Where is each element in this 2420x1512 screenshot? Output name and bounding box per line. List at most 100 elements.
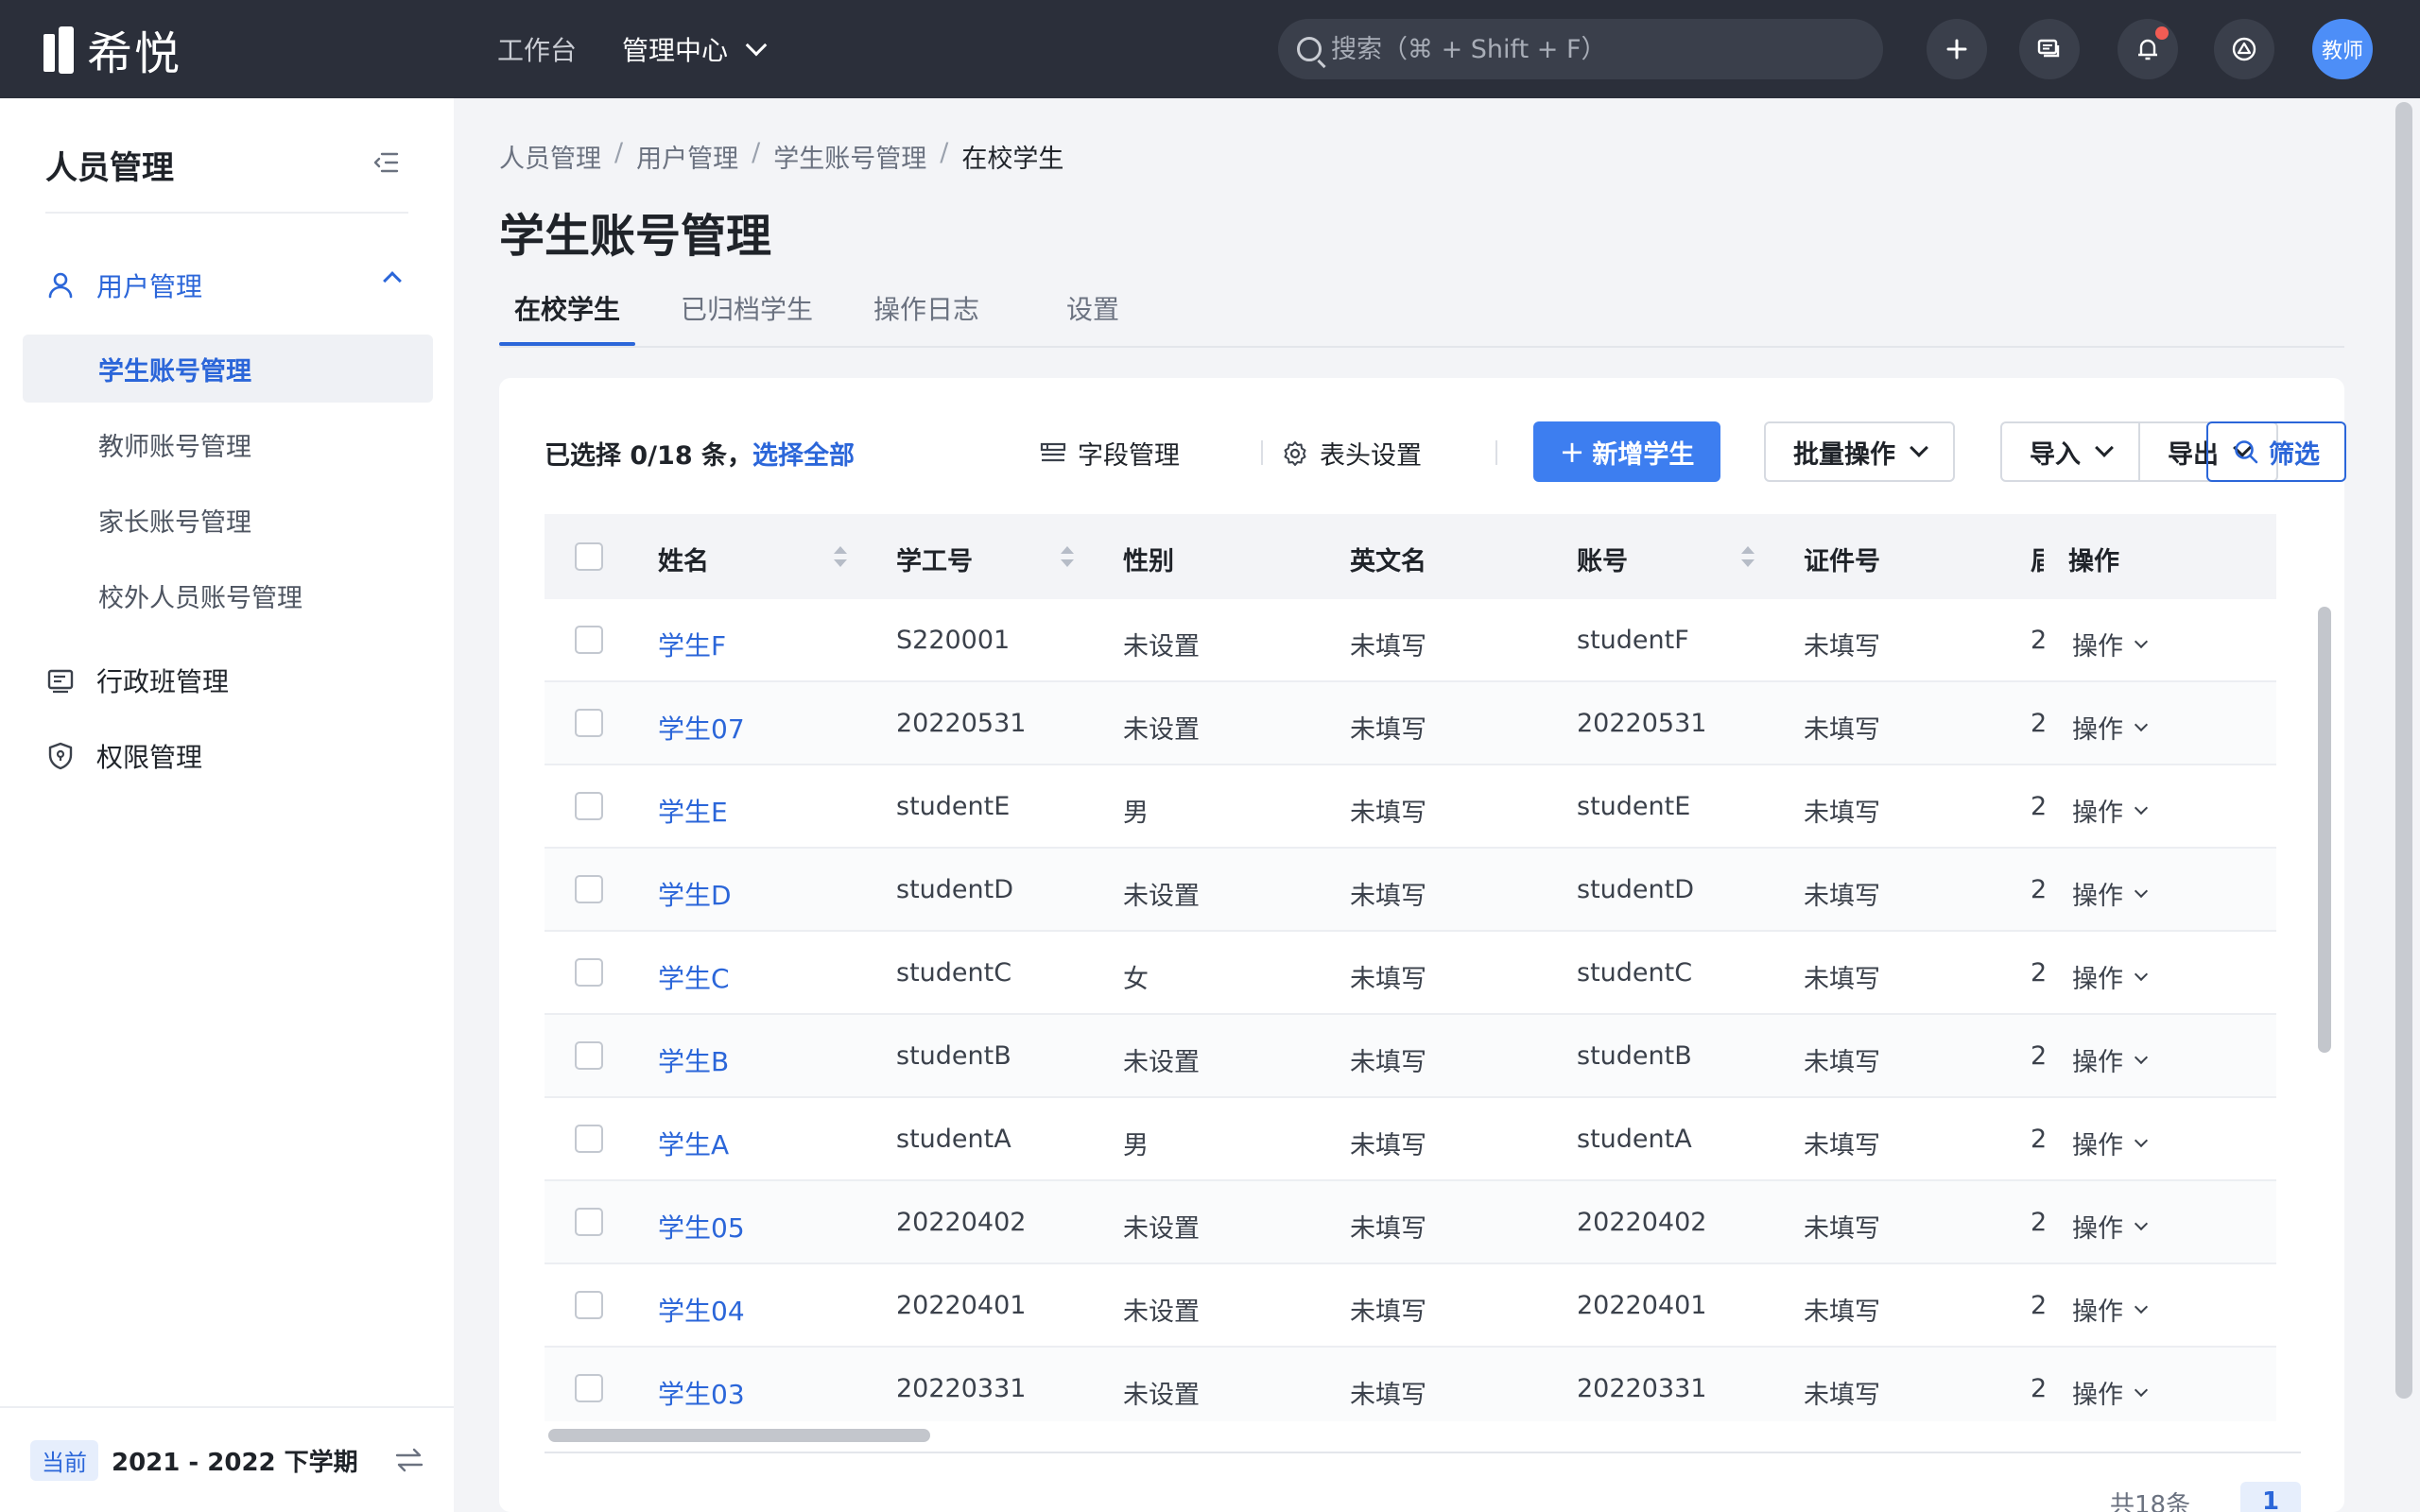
search-input[interactable] [1331, 34, 1860, 64]
scrollbar-thumb[interactable] [548, 1429, 930, 1442]
cell-grade: 2 [2031, 709, 2048, 738]
table-row: 学生07 20220531 未设置 未填写 20220531 未填写 2 操作 [544, 682, 2276, 765]
filter-button[interactable]: 筛选 [2206, 421, 2346, 482]
field-management-button[interactable]: 字段管理 [1040, 435, 1180, 472]
batch-operations-dropdown[interactable]: 批量操作 [1764, 421, 1955, 482]
cell-english-name: 未填写 [1350, 1297, 1426, 1327]
tab-settings[interactable]: 设置 [1066, 289, 1119, 327]
row-checkbox[interactable] [575, 958, 603, 987]
student-name-link[interactable]: 学生D [658, 875, 732, 913]
notification-dot [2155, 26, 2169, 40]
sidebar-item-external-accounts[interactable]: 校外人员账号管理 [23, 561, 433, 629]
cell-cert: 未填写 [1804, 1381, 1880, 1410]
sidebar-item-teacher-accounts[interactable]: 教师账号管理 [23, 410, 433, 478]
row-checkbox[interactable] [575, 875, 603, 903]
row-checkbox[interactable] [575, 1125, 603, 1153]
row-checkbox[interactable] [575, 1374, 603, 1402]
collapse-sidebar-icon[interactable] [372, 151, 399, 174]
student-name-link[interactable]: 学生07 [658, 709, 745, 747]
row-checkbox[interactable] [575, 1208, 603, 1236]
nav-workbench[interactable]: 工作台 [497, 30, 577, 68]
student-name-link[interactable]: 学生E [658, 792, 728, 830]
select-all-link[interactable]: 选择全部 [752, 441, 855, 471]
table-horizontal-scrollbar[interactable] [548, 1429, 2280, 1442]
breadcrumb-item[interactable]: 人员管理 [499, 138, 601, 175]
cell-cert: 未填写 [1804, 1297, 1880, 1327]
cell-english-name: 未填写 [1350, 632, 1426, 662]
row-actions-dropdown[interactable]: 操作 [2072, 709, 2149, 746]
student-name-link[interactable]: 学生05 [658, 1208, 745, 1246]
sort-icon[interactable] [832, 544, 847, 571]
student-name-link[interactable]: 学生A [658, 1125, 729, 1162]
breadcrumb-item[interactable]: 用户管理 [636, 138, 738, 175]
add-student-label: 新增学生 [1592, 439, 1695, 470]
notifications-button[interactable] [2118, 19, 2178, 79]
tab-archived-students[interactable]: 已归档学生 [681, 289, 813, 327]
avatar[interactable]: 教师 [2312, 19, 2373, 79]
row-checkbox[interactable] [575, 1291, 603, 1319]
row-checkbox[interactable] [575, 709, 603, 737]
select-all-checkbox[interactable] [575, 542, 603, 571]
row-actions-dropdown[interactable]: 操作 [2072, 1041, 2149, 1078]
student-table: 姓名 学工号 性别 英文名 账号 证件号 届 操作 学生F S220001 未设置未… [544, 514, 2276, 1421]
sort-icon[interactable] [1059, 544, 1074, 571]
student-name-link[interactable]: 学生03 [658, 1374, 745, 1412]
scrollbar-thumb[interactable] [2318, 607, 2331, 1053]
cell-cert: 未填写 [1804, 1131, 1880, 1160]
student-name-link[interactable]: 学生F [658, 626, 726, 663]
compass-icon [2232, 37, 2256, 61]
add-student-button[interactable]: + 新增学生 [1533, 421, 1720, 482]
table-vertical-scrollbar[interactable] [2318, 601, 2331, 1419]
cell-account: studentF [1577, 626, 1689, 655]
sidebar-item-student-accounts[interactable]: 学生账号管理 [23, 335, 433, 403]
sort-icon[interactable] [1739, 544, 1754, 571]
tab-operation-log[interactable]: 操作日志 [873, 289, 979, 327]
row-checkbox[interactable] [575, 626, 603, 654]
global-search[interactable] [1278, 19, 1883, 79]
row-actions-dropdown[interactable]: 操作 [2072, 958, 2149, 995]
sidebar-group-class-management[interactable]: 行政班管理 [45, 662, 229, 699]
logo-mark-icon [43, 25, 76, 74]
row-checkbox[interactable] [575, 1041, 603, 1070]
cell-english-name: 未填写 [1350, 799, 1426, 828]
column-header-account[interactable]: 账号 [1577, 541, 1628, 577]
cell-english-name: 未填写 [1350, 882, 1426, 911]
tab-enrolled-students[interactable]: 在校学生 [514, 289, 620, 327]
term-selector[interactable]: 当前 2021 - 2022 下学期 [0, 1406, 454, 1512]
page-scrollbar[interactable] [2395, 102, 2412, 1399]
nav-admin-center[interactable]: 管理中心 [622, 30, 768, 68]
column-header-id[interactable]: 学工号 [896, 541, 973, 577]
pagination-page-button[interactable]: 1 [2240, 1482, 2301, 1512]
row-actions-dropdown[interactable]: 操作 [2072, 1125, 2149, 1161]
row-actions-label: 操作 [2072, 1048, 2123, 1077]
help-button[interactable] [2214, 19, 2274, 79]
column-header-name[interactable]: 姓名 [658, 541, 709, 577]
messages-button[interactable] [2019, 19, 2080, 79]
row-actions-dropdown[interactable]: 操作 [2072, 792, 2149, 829]
import-dropdown[interactable]: 导入 [2000, 421, 2140, 482]
student-name-link[interactable]: 学生04 [658, 1291, 745, 1329]
sidebar-group-permissions[interactable]: 权限管理 [45, 737, 202, 775]
cell-grade: 2 [2031, 1208, 2048, 1237]
cell-id: S220001 [896, 626, 1011, 655]
student-name-link[interactable]: 学生C [658, 958, 730, 996]
row-actions-dropdown[interactable]: 操作 [2072, 626, 2149, 662]
row-actions-label: 操作 [2072, 1381, 2123, 1410]
cell-grade: 2 [2031, 1374, 2048, 1403]
sidebar-group-label: 权限管理 [96, 742, 203, 773]
add-button[interactable] [1927, 19, 1987, 79]
app-logo[interactable]: 希悦 [43, 23, 182, 80]
row-actions-dropdown[interactable]: 操作 [2072, 1374, 2149, 1411]
swap-icon[interactable] [393, 1446, 425, 1474]
row-checkbox[interactable] [575, 792, 603, 820]
cell-id: 20220402 [896, 1208, 1027, 1237]
header-settings-button[interactable]: 表头设置 [1282, 435, 1422, 472]
row-actions-dropdown[interactable]: 操作 [2072, 875, 2149, 912]
cell-account: 20220402 [1577, 1208, 1707, 1237]
row-actions-dropdown[interactable]: 操作 [2072, 1291, 2149, 1328]
student-name-link[interactable]: 学生B [658, 1041, 729, 1079]
breadcrumb-item[interactable]: 学生账号管理 [773, 138, 926, 175]
sidebar-item-parent-accounts[interactable]: 家长账号管理 [23, 486, 433, 554]
row-actions-dropdown[interactable]: 操作 [2072, 1208, 2149, 1245]
sidebar-group-user-management[interactable]: 用户管理 [45, 266, 402, 304]
